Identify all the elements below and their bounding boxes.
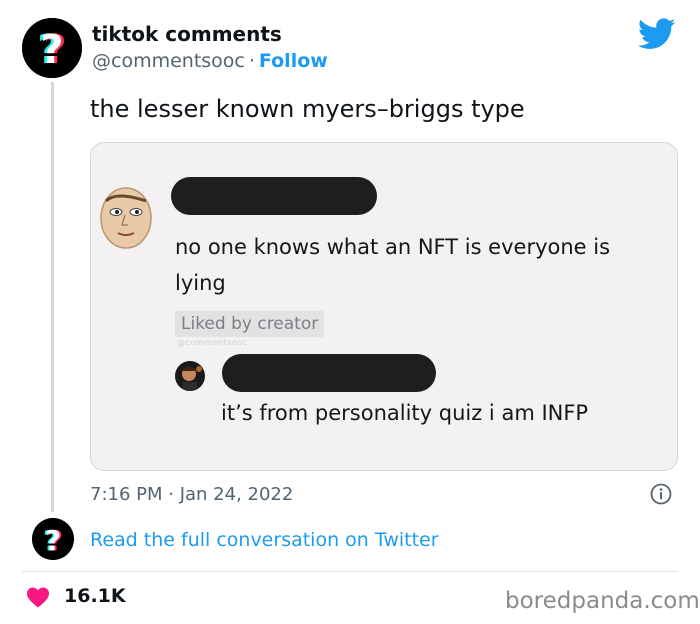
follow-button[interactable]: Follow	[259, 50, 328, 72]
like-count[interactable]: 16.1K	[64, 585, 126, 607]
heart-icon[interactable]	[26, 586, 50, 608]
comment-text-1: no one knows what an NFT is everyone is …	[175, 235, 611, 295]
tiktok-question-logo-icon: ? ? ?	[22, 18, 82, 78]
commenter-avatar-1	[96, 185, 156, 251]
redacted-username-2	[222, 354, 436, 392]
source-credit: boredpanda.com	[505, 588, 700, 614]
svg-text:?: ?	[45, 524, 61, 557]
tweet-text: the lesser known myers–briggs type	[90, 95, 525, 123]
thread-line	[51, 82, 54, 512]
divider	[22, 571, 678, 572]
watermark: @commentsooc	[177, 338, 248, 347]
info-icon[interactable]	[650, 483, 672, 505]
commenter-avatar-2	[175, 361, 205, 391]
person-photo-icon	[175, 361, 205, 391]
author-handle-row: @commentsooc · Follow	[92, 50, 328, 72]
author-avatar[interactable]: ? ? ?	[22, 18, 82, 78]
tweet-timestamp[interactable]: 7:16 PM · Jan 24, 2022	[90, 484, 293, 505]
tweet-media-image[interactable]: no one knows what an NFT is everyone is …	[90, 142, 678, 471]
tiktok-question-logo-icon: ? ? ?	[32, 518, 74, 560]
author-handle[interactable]: @commentsooc	[92, 50, 245, 72]
liked-by-creator-badge: Liked by creator	[175, 311, 325, 337]
cartoon-face-icon	[100, 187, 152, 249]
author-avatar-small[interactable]: ? ? ?	[32, 518, 74, 560]
comment-text-2: it’s from personality quiz i am INFP	[221, 401, 589, 425]
separator-dot: ·	[248, 50, 255, 72]
twitter-bird-icon[interactable]	[638, 18, 676, 50]
svg-text:?: ?	[40, 27, 63, 73]
redacted-username-1	[171, 177, 377, 215]
author-name[interactable]: tiktok comments	[92, 22, 282, 46]
read-conversation-link[interactable]: Read the full conversation on Twitter	[90, 529, 439, 551]
